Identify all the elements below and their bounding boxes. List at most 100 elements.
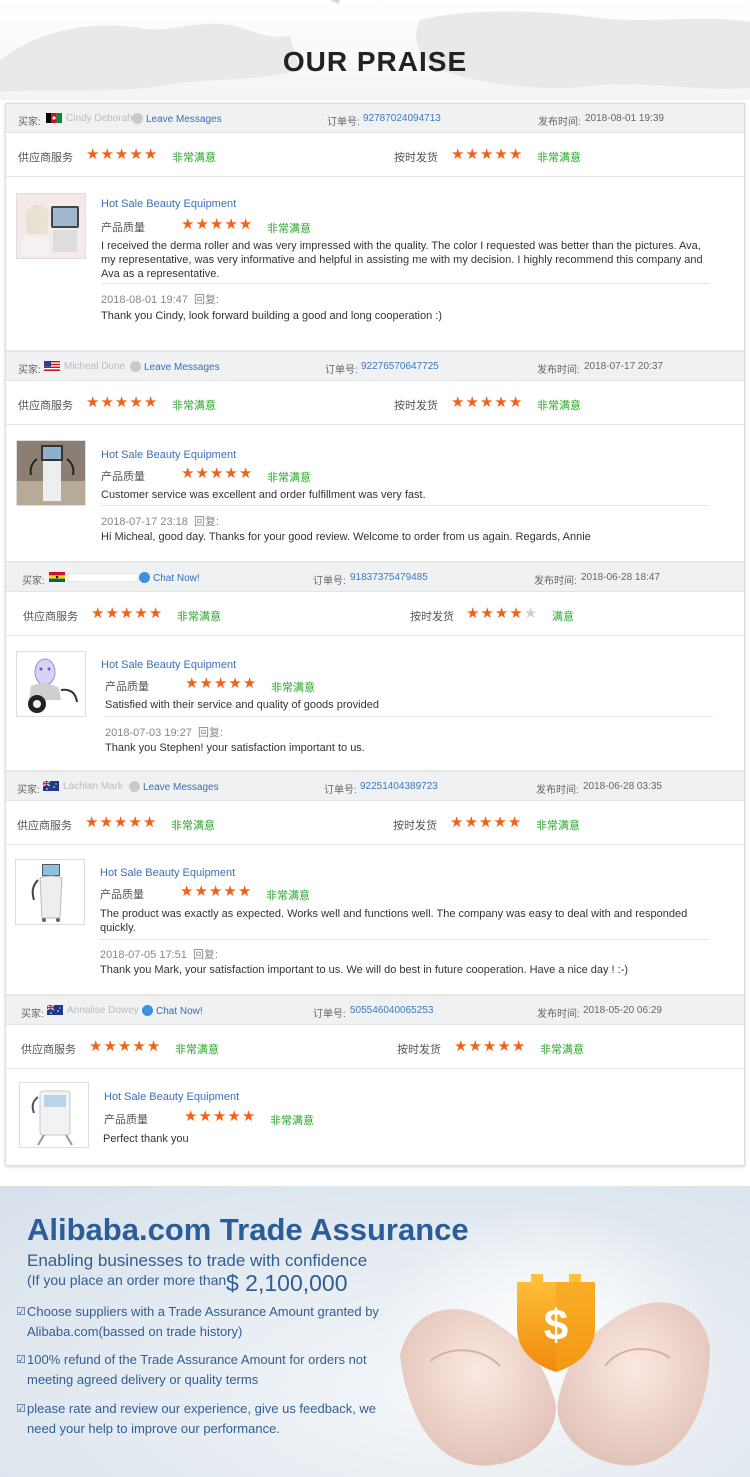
quality-rating: 非常满意 xyxy=(266,890,310,902)
star-filled-icon: ★ xyxy=(241,1108,257,1125)
order-number-link[interactable]: 92787024094713 xyxy=(363,113,441,124)
supplier-service-rating: 非常满意 xyxy=(172,152,216,164)
star-filled-icon: ★ xyxy=(180,883,195,900)
product-thumbnail[interactable] xyxy=(16,440,86,506)
supplier-service-stars: ★★★★★ xyxy=(89,1039,161,1054)
on-time-label: 按时发货 xyxy=(394,152,438,164)
star-filled-icon: ★ xyxy=(508,394,524,411)
order-label: 订单号: xyxy=(325,365,358,376)
contact-link[interactable]: Leave Messages xyxy=(129,781,219,793)
supplier-service-stars: ★★★★★ xyxy=(86,395,158,410)
star-filled-icon: ★ xyxy=(129,394,144,411)
contact-link[interactable]: Chat Now! xyxy=(139,572,200,584)
star-filled-icon: ★ xyxy=(85,814,100,831)
on-time-stars: ★★★★★ xyxy=(451,395,523,410)
contact-link[interactable]: Chat Now! xyxy=(142,1005,203,1017)
quality-label: 产品质量 xyxy=(104,1114,148,1126)
checkbox-icon: ☑ xyxy=(16,1354,26,1366)
checkbox-icon: ☑ xyxy=(16,1306,26,1318)
chat-icon xyxy=(130,361,141,372)
product-title-link[interactable]: Hot Sale Beauty Equipment xyxy=(101,449,236,461)
beauty-machine-photo xyxy=(17,441,85,505)
star-filled-icon: ★ xyxy=(208,883,224,900)
order-number-link[interactable]: 505546040065253 xyxy=(350,1005,433,1016)
star-filled-icon: ★ xyxy=(493,814,508,831)
star-filled-icon: ★ xyxy=(105,605,120,622)
star-filled-icon: ★ xyxy=(450,814,465,831)
on-time-label: 按时发货 xyxy=(410,611,454,623)
ipl-machine-photo xyxy=(20,1083,88,1147)
order-number-link[interactable]: 91837375479485 xyxy=(350,572,428,583)
supplier-service-label: 供应商服务 xyxy=(18,152,73,164)
star-filled-icon: ★ xyxy=(143,146,159,163)
reply-meta: 2018-07-17 23:18 回复: xyxy=(101,516,220,528)
supplier-service-rating: 非常满意 xyxy=(177,611,221,623)
quality-row: 产品质量 ★★★★★ 非常满意 xyxy=(104,1109,314,1127)
buyer-label: 买家: xyxy=(17,785,40,796)
time-label: 发布时间: xyxy=(538,117,581,128)
review-comment: I received the derma roller and was very… xyxy=(101,240,703,280)
star-filled-icon: ★ xyxy=(89,1038,104,1055)
quality-rating: 非常满意 xyxy=(267,472,311,484)
on-time-stars: ★★★★★ xyxy=(466,606,538,621)
flag-usa-icon xyxy=(44,361,60,371)
product-thumbnail[interactable] xyxy=(15,859,85,925)
star-filled-icon: ★ xyxy=(199,675,214,692)
product-thumbnail[interactable] xyxy=(16,193,86,259)
star-filled-icon: ★ xyxy=(132,1038,147,1055)
on-time-label: 按时发货 xyxy=(393,820,437,832)
star-filled-icon: ★ xyxy=(195,216,210,233)
praise-page: OUR PRAISE 买家: Cindy Deborah Leave Messa… xyxy=(0,0,750,1477)
star-filled-icon: ★ xyxy=(451,146,466,163)
star-filled-icon: ★ xyxy=(468,1038,483,1055)
product-title-link[interactable]: Hot Sale Beauty Equipment xyxy=(101,659,236,671)
divider xyxy=(101,283,709,284)
led-mask-photo xyxy=(17,652,85,716)
star-filled-icon: ★ xyxy=(212,1108,228,1125)
contact-link[interactable]: Leave Messages xyxy=(132,113,222,125)
star-filled-icon: ★ xyxy=(479,394,495,411)
quality-row: 产品质量 ★★★★★ 非常满意 xyxy=(101,466,311,484)
star-filled-icon: ★ xyxy=(198,1108,213,1125)
star-filled-icon: ★ xyxy=(451,394,466,411)
star-filled-icon: ★ xyxy=(86,394,101,411)
supplier-service-stars: ★★★★★ xyxy=(86,147,158,162)
product-thumbnail[interactable] xyxy=(19,1082,89,1148)
star-filled-icon: ★ xyxy=(103,1038,118,1055)
product-title-link[interactable]: Hot Sale Beauty Equipment xyxy=(104,1091,239,1103)
trade-assurance-banner: $ Alibaba.com Trade Assurance Enabling b… xyxy=(0,1186,750,1477)
product-title-link[interactable]: Hot Sale Beauty Equipment xyxy=(100,867,235,879)
time-label: 发布时间: xyxy=(536,785,579,796)
order-number-link[interactable]: 92251404389723 xyxy=(360,781,438,792)
buyer-label: 买家: xyxy=(18,117,41,128)
quality-stars: ★★★★★ xyxy=(184,1109,256,1124)
on-time-rating: 满意 xyxy=(552,611,574,623)
product-thumbnail[interactable] xyxy=(16,651,86,717)
star-filled-icon: ★ xyxy=(213,675,229,692)
review-ratings-row: 供应商服务 ★★★★★ 非常满意 按时发货 ★★★★★ 非常满意 xyxy=(6,1025,744,1069)
supplier-service-label: 供应商服务 xyxy=(23,611,78,623)
star-filled-icon: ★ xyxy=(465,394,480,411)
star-filled-icon: ★ xyxy=(128,814,143,831)
review-meta-bar: 买家: Cindy Deborah Leave Messages 订单号: 92… xyxy=(6,104,744,133)
star-filled-icon: ★ xyxy=(494,394,509,411)
praise-header: OUR PRAISE xyxy=(0,0,750,100)
star-filled-icon: ★ xyxy=(184,1108,199,1125)
order-number-link[interactable]: 92276570647725 xyxy=(361,361,439,372)
buyer-name: Cindy Deborah xyxy=(66,113,133,124)
assurance-benefit: ☑ please rate and review our experience,… xyxy=(16,1401,377,1436)
post-time: 2018-05-20 06:29 xyxy=(583,1005,662,1016)
review-meta-bar: 买家: Lachlan Mark Leave Messages 订单号: 922… xyxy=(6,772,744,801)
star-filled-icon: ★ xyxy=(114,146,130,163)
order-label: 订单号: xyxy=(313,576,346,587)
supplier-service-rating: 非常满意 xyxy=(175,1044,219,1056)
star-filled-icon: ★ xyxy=(134,605,149,622)
order-label: 订单号: xyxy=(324,785,357,796)
star-filled-icon: ★ xyxy=(224,465,239,482)
svg-text:$: $ xyxy=(544,1301,568,1350)
assurance-benefit: ☑ 100% refund of the Trade Assurance Amo… xyxy=(16,1352,367,1387)
ipl-machine-photo xyxy=(16,860,84,924)
product-title-link[interactable]: Hot Sale Beauty Equipment xyxy=(101,198,236,210)
contact-link[interactable]: Leave Messages xyxy=(130,361,220,373)
review-meta-bar: 买家: Annalise Dowey Chat Now! 订单号: 505546… xyxy=(6,996,744,1025)
